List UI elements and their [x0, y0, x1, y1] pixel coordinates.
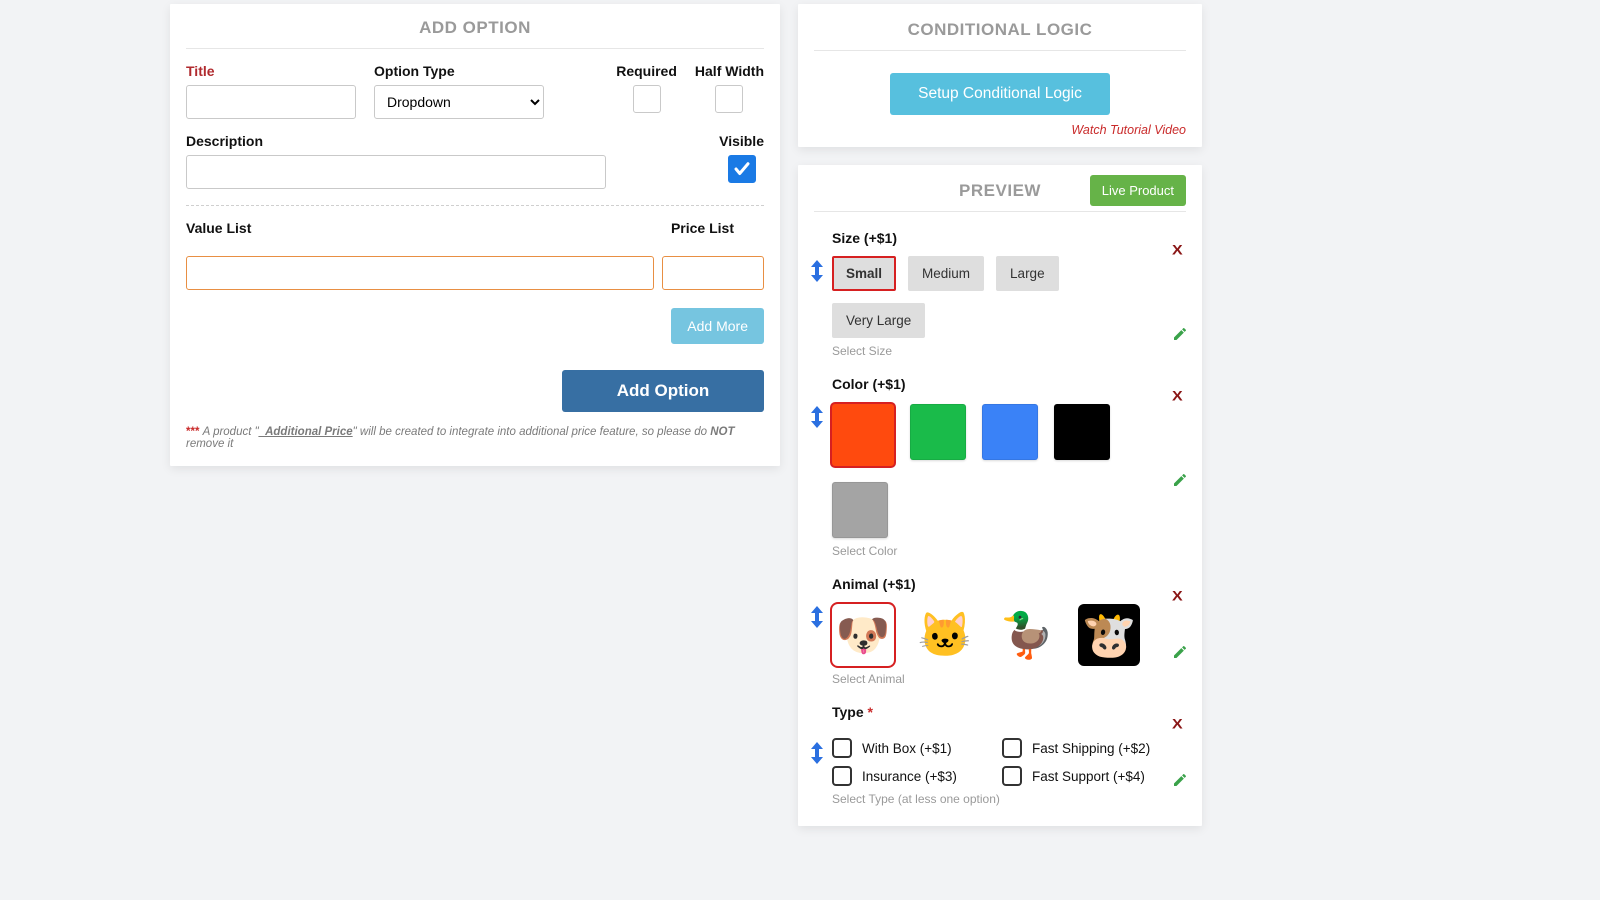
size-hint: Select Size: [832, 344, 1186, 358]
drag-handle-icon[interactable]: [810, 742, 824, 769]
color-swatch-1[interactable]: [910, 404, 966, 460]
preview-group-type: X Type * With Box (+$1) Fast Shipping (+…: [814, 704, 1186, 806]
type-option-0[interactable]: With Box (+$1): [832, 738, 982, 758]
setup-conditional-logic-button[interactable]: Setup Conditional Logic: [890, 73, 1110, 115]
edit-icon[interactable]: [1172, 326, 1188, 342]
animal-option-dog[interactable]: 🐶: [832, 604, 894, 666]
preview-group-size: X Size (+$1) Small Medium Large Very Lar…: [814, 230, 1186, 358]
title-label: Title: [186, 63, 356, 79]
animal-option-cow[interactable]: 🐮: [1078, 604, 1140, 666]
animal-hint: Select Animal: [832, 672, 1186, 686]
delete-icon[interactable]: X: [1172, 589, 1188, 604]
size-label: Size (+$1): [832, 230, 1186, 246]
type-option-2[interactable]: Insurance (+$3): [832, 766, 982, 786]
drag-handle-icon[interactable]: [810, 260, 824, 287]
color-label: Color (+$1): [832, 376, 1186, 392]
title-input[interactable]: [186, 85, 356, 119]
animal-option-duck[interactable]: 🦆: [996, 604, 1058, 666]
delete-icon[interactable]: X: [1172, 389, 1188, 404]
value-name-input[interactable]: [186, 256, 654, 290]
live-product-button[interactable]: Live Product: [1090, 175, 1186, 206]
conditional-logic-panel: CONDITIONAL LOGIC Setup Conditional Logi…: [798, 4, 1202, 147]
size-option-small[interactable]: Small: [832, 256, 896, 291]
conditional-logic-title: CONDITIONAL LOGIC: [814, 20, 1186, 51]
add-more-button[interactable]: Add More: [671, 308, 764, 344]
size-option-very-large[interactable]: Very Large: [832, 303, 925, 338]
add-option-panel: ADD OPTION Title Option Type Dropdown Re…: [170, 4, 780, 466]
visible-checkbox[interactable]: [728, 155, 756, 183]
animal-option-cat[interactable]: 🐱: [914, 604, 976, 666]
drag-handle-icon[interactable]: [810, 406, 824, 433]
half-width-checkbox[interactable]: [715, 85, 743, 113]
preview-group-animal: X Animal (+$1) 🐶 🐱 🦆 🐮 Select Animal: [814, 576, 1186, 686]
footnote: *** A product "_Additional Price" will b…: [186, 426, 764, 450]
tutorial-link[interactable]: Watch Tutorial Video: [814, 123, 1186, 137]
description-input[interactable]: [186, 155, 606, 189]
preview-panel: PREVIEW Live Product X Size (+$1) Small …: [798, 165, 1202, 826]
color-swatch-2[interactable]: [982, 404, 1038, 460]
half-width-label: Half Width: [695, 63, 764, 79]
size-option-large[interactable]: Large: [996, 256, 1059, 291]
type-option-1[interactable]: Fast Shipping (+$2): [1002, 738, 1152, 758]
edit-icon[interactable]: [1172, 772, 1188, 788]
preview-group-color: X Color (+$1) Select Color: [814, 376, 1186, 558]
option-type-select[interactable]: Dropdown: [374, 85, 544, 119]
type-option-3[interactable]: Fast Support (+$4): [1002, 766, 1152, 786]
value-list-label: Value List: [186, 220, 251, 236]
size-option-medium[interactable]: Medium: [908, 256, 984, 291]
color-swatch-0[interactable]: [832, 404, 894, 466]
edit-icon[interactable]: [1172, 472, 1188, 488]
preview-title: PREVIEW: [959, 181, 1041, 200]
visible-label: Visible: [719, 133, 764, 149]
animal-label: Animal (+$1): [832, 576, 1186, 592]
delete-icon[interactable]: X: [1172, 243, 1188, 258]
description-label: Description: [186, 133, 606, 149]
add-option-button[interactable]: Add Option: [562, 370, 764, 412]
drag-handle-icon[interactable]: [810, 606, 824, 633]
divider: [186, 205, 764, 206]
type-label: Type *: [832, 704, 1186, 720]
color-hint: Select Color: [832, 544, 1186, 558]
edit-icon[interactable]: [1172, 644, 1188, 660]
delete-icon[interactable]: X: [1172, 717, 1188, 732]
value-price-input[interactable]: [662, 256, 764, 290]
color-swatch-3[interactable]: [1054, 404, 1110, 460]
required-label: Required: [616, 63, 677, 79]
color-swatch-4[interactable]: [832, 482, 888, 538]
add-option-title: ADD OPTION: [186, 18, 764, 49]
option-type-label: Option Type: [374, 63, 544, 79]
type-hint: Select Type (at less one option): [832, 792, 1186, 806]
price-list-label: Price List: [671, 220, 734, 236]
required-checkbox[interactable]: [633, 85, 661, 113]
